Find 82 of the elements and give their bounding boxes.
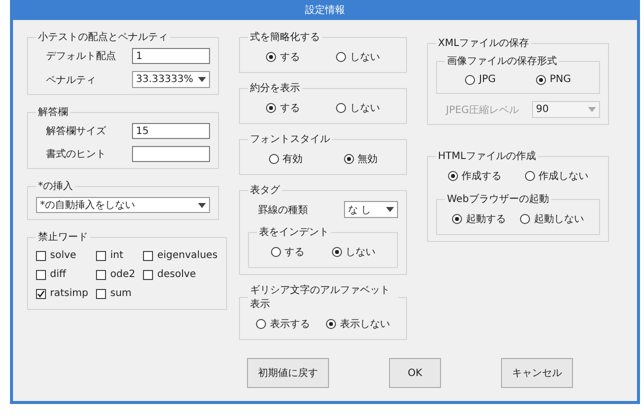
dropdown[interactable]: な し [344, 201, 398, 218]
option-label: int [110, 250, 124, 261]
input-field[interactable]: 1 [132, 48, 210, 64]
option-label: ratsimp [50, 288, 88, 299]
option-label: desolve [157, 269, 196, 280]
option-label: 作成する [462, 170, 502, 183]
option-label: しない [350, 102, 380, 115]
group-title: 式を簡略化する [249, 30, 321, 44]
radio-button[interactable] [536, 74, 546, 84]
option-label: する [280, 51, 300, 64]
radio-button[interactable] [256, 319, 266, 329]
field-label: 書式のヒント [46, 148, 107, 161]
dialog-button[interactable]: キャンセル [501, 358, 573, 388]
group-title: ギリシア文字のアルファベット表示 [249, 284, 391, 311]
group-title: 解答欄 [37, 106, 69, 119]
radio-button[interactable] [465, 74, 475, 84]
radio-button[interactable] [452, 214, 462, 224]
field-label: JPEG圧縮レベル [446, 104, 520, 116]
option-label: 起動する [466, 212, 506, 226]
field-label: ペナルティ [46, 74, 97, 86]
window-title: 設定情報 [305, 4, 345, 17]
field-label: 解答欄サイズ [46, 124, 107, 138]
group-title: HTMLファイルの作成 [437, 150, 537, 163]
group-title: 小テストの配点とペナルティ [37, 30, 169, 44]
field-label: 罫線の種類 [258, 204, 309, 216]
option-label: JPG [479, 74, 496, 85]
dialog-button[interactable]: 初期値に戻す [247, 358, 329, 388]
group-title: 表タグ [249, 184, 281, 197]
dialog-button[interactable]: OK [389, 358, 441, 388]
radio-button[interactable] [332, 247, 342, 257]
dropdown-caret-icon [198, 202, 206, 208]
dropdown[interactable]: *の自動挿入をしない [36, 197, 210, 213]
option-label: 表示する [270, 318, 310, 331]
option-label: PNG [550, 74, 571, 85]
radio-button[interactable] [336, 52, 346, 62]
dropdown-caret-icon [588, 107, 596, 112]
input-field[interactable] [132, 146, 210, 162]
option-label: 表示しない [340, 318, 390, 331]
checkbox[interactable] [96, 288, 106, 298]
option-label: ode2 [110, 269, 136, 280]
group-title: 禁止ワード [37, 230, 89, 244]
checkbox[interactable] [96, 270, 106, 280]
group-title: フォントスタイル [249, 133, 331, 146]
dropdown[interactable]: 33.33333% [132, 71, 210, 88]
option-label: 作成しない [538, 170, 588, 183]
option-label: しない [350, 51, 380, 64]
radio-button[interactable] [448, 171, 458, 181]
dropdown-caret-icon [198, 77, 206, 82]
checkbox[interactable] [36, 288, 46, 298]
input-field[interactable]: 15 [132, 123, 210, 139]
checkbox[interactable] [96, 250, 106, 260]
group-title: *の挿入 [37, 180, 74, 193]
option-label: solve [50, 250, 76, 261]
group-title: XMLファイルの保存 [437, 37, 530, 50]
radio-button[interactable] [268, 154, 278, 164]
option-label: 有効 [282, 152, 302, 166]
checkbox[interactable] [143, 250, 154, 260]
group-title: 表をインデント [258, 226, 330, 239]
radio-button[interactable] [520, 214, 530, 224]
option-label: する [280, 102, 300, 115]
field-label: デフォルト配点 [46, 50, 117, 63]
checkbox[interactable] [36, 250, 46, 260]
dropdown-caret-icon [386, 207, 394, 212]
radio-button[interactable] [270, 247, 280, 257]
option-label: 起動しない [534, 212, 584, 226]
option-label: する [284, 246, 304, 259]
radio-button[interactable] [524, 171, 534, 181]
option-label: eigenvalues [157, 250, 218, 261]
radio-button[interactable] [344, 154, 354, 164]
group-title: 画像ファイルの保存形式 [446, 54, 558, 68]
checkbox[interactable] [36, 270, 46, 280]
radio-button[interactable] [326, 319, 336, 329]
checkbox[interactable] [143, 270, 154, 280]
group-title: Webブラウザーの起動 [446, 192, 550, 206]
option-label: sum [110, 288, 132, 299]
radio-button[interactable] [266, 52, 276, 62]
radio-button[interactable] [266, 103, 276, 113]
group-title: 約分を表示 [249, 82, 301, 95]
option-label: 無効 [358, 152, 378, 166]
radio-button[interactable] [336, 103, 346, 113]
option-label: しない [346, 246, 376, 259]
option-label: diff [50, 269, 66, 280]
